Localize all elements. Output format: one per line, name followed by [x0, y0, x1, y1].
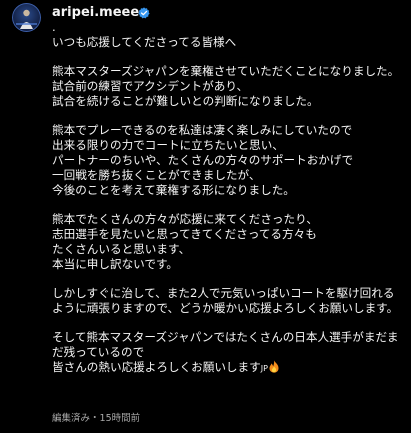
- avatar[interactable]: [12, 3, 41, 32]
- instagram-caption: aripei.meee . いつも応援してくださってる皆様へ 熊本マスターズジャ…: [0, 0, 411, 433]
- caption-text: . いつも応援してくださってる皆様へ 熊本マスターズジャパンを棄権させていただく…: [52, 20, 404, 376]
- meta-separator: ・: [90, 413, 100, 424]
- leading-dot: .: [52, 20, 56, 34]
- caption-paragraph-first-round: 熊本でプレーできるのを私達は凄く楽しみにしていたので 出来る限りの力でコートに立…: [52, 123, 354, 197]
- japan-flag-icon: JP: [260, 364, 268, 373]
- post-meta: 編集済み・15時間前: [52, 413, 140, 425]
- edited-label: 編集済み: [52, 413, 91, 424]
- fire-icon: [269, 360, 279, 373]
- caption-paragraph-support: そして熊本マスターズジャパンではたくさんの日本人選手がまだまだ残っているので 皆…: [52, 330, 404, 376]
- verified-badge-icon: [138, 7, 150, 19]
- caption-paragraph-greeting: いつも応援してくださってる皆様へ: [52, 35, 237, 49]
- username[interactable]: aripei.meee: [52, 5, 139, 21]
- caption-paragraph-recovery: しかしすぐに治して、また2人で元気いっぱいコートを駆け回れるように頑張りますので…: [52, 286, 399, 315]
- timestamp: 15時間前: [99, 413, 141, 424]
- caption-support-text: そして熊本マスターズジャパンではたくさんの日本人選手がまだまだ残っているので 皆…: [52, 330, 399, 374]
- caption-paragraph-withdrawal: 熊本マスターズジャパンを棄権させていただくことになりました。 試合前の練習でアク…: [52, 64, 400, 108]
- caption-paragraph-apology: 熊本でたくさんの方々が応援に来てくださったり、 志田選手を見たいと思ってきてくだ…: [52, 212, 318, 271]
